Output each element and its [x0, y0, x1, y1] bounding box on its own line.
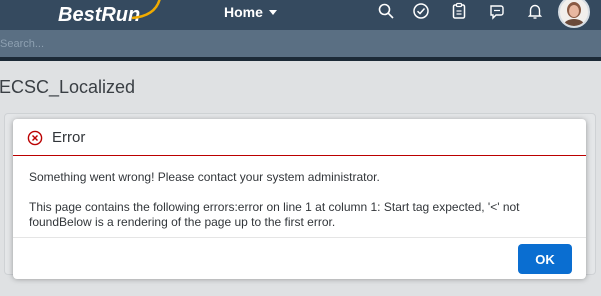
search-icon[interactable]	[377, 2, 395, 20]
ok-button[interactable]: OK	[518, 244, 572, 274]
error-message-primary: Something went wrong! Please contact you…	[29, 170, 380, 184]
sub-header: Search...	[0, 30, 601, 57]
chevron-down-icon	[268, 9, 277, 15]
subbar-search-text[interactable]: Search...	[0, 38, 44, 50]
error-message-detail: This page contains the following errors:…	[29, 200, 520, 229]
error-icon	[27, 130, 43, 146]
dialog-title: Error	[52, 129, 86, 146]
page-title: ECSC_Localized	[0, 77, 136, 97]
bell-icon[interactable]	[526, 2, 544, 20]
home-menu-button[interactable]: Home	[224, 0, 277, 24]
logo[interactable]: BestRun	[58, 0, 140, 30]
home-menu-label: Home	[224, 4, 263, 20]
shell-header: BestRun Home	[0, 0, 601, 30]
logo-swoosh-icon	[131, 0, 161, 20]
user-avatar-icon	[564, 2, 584, 26]
error-dialog: Error Something went wrong! Please conta…	[13, 119, 586, 279]
notes-icon[interactable]	[488, 2, 506, 20]
checkmark-circle-icon[interactable]	[412, 2, 430, 20]
clipboard-icon[interactable]	[450, 2, 468, 20]
dialog-footer: OK	[13, 237, 586, 279]
dialog-body: Something went wrong! Please contact you…	[29, 170, 569, 230]
user-avatar[interactable]	[558, 0, 590, 28]
dialog-header: Error	[13, 119, 586, 156]
